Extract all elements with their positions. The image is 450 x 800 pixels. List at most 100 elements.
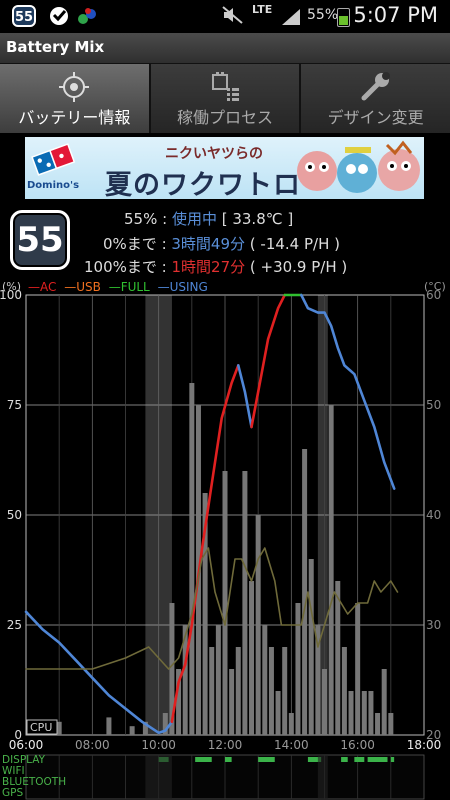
battery-icon xyxy=(337,8,350,27)
battery-temperature: [ 33.8℃ ] xyxy=(216,210,294,228)
cpu-bar xyxy=(242,471,248,735)
ad-characters-icon xyxy=(297,140,420,193)
display-on-segment xyxy=(354,757,365,762)
target-icon xyxy=(59,72,90,106)
ad-title: 夏のワクワトロ xyxy=(105,170,301,199)
y-tick-label: 25 xyxy=(7,618,22,632)
battery-percent-label: 55% xyxy=(307,7,339,23)
network-type-label: LTE xyxy=(252,3,273,16)
separator: : xyxy=(156,235,172,253)
series-line-using xyxy=(237,364,253,429)
display-on-segment xyxy=(390,757,395,762)
y2-tick-label: 60 xyxy=(426,288,441,302)
display-on-segment xyxy=(258,757,275,762)
info-line-status: 55% : 使用中 [ 33.8℃ ] xyxy=(124,208,293,229)
to-full-time: 1時間27分 xyxy=(171,258,246,276)
cpu-bar xyxy=(308,559,314,735)
cpu-bar xyxy=(361,691,367,735)
x-tick-label: 08:00 xyxy=(75,738,110,752)
signal-icon xyxy=(282,9,302,29)
ad-subtitle: ニクいヤツらの xyxy=(165,146,263,162)
y2-tick-label: 50 xyxy=(426,398,441,412)
x-tick-label: 12:00 xyxy=(208,738,243,752)
cpu-bar xyxy=(302,449,308,735)
series-line-using xyxy=(299,293,396,490)
cpu-bar xyxy=(288,713,294,735)
cpu-label: CPU xyxy=(30,721,52,734)
cpu-bar xyxy=(295,603,301,735)
display-on-segment xyxy=(367,757,388,762)
cpu-bar xyxy=(229,669,235,735)
display-on-segment xyxy=(195,757,212,762)
cpu-bar xyxy=(215,625,221,735)
cpu-bar xyxy=(335,581,341,735)
cpu-bar xyxy=(129,726,135,735)
cpu-bar xyxy=(328,405,334,735)
y-tick-label: 100 xyxy=(0,288,22,302)
process-list-icon xyxy=(210,72,240,106)
cpu-bar xyxy=(106,717,112,735)
to-empty-label: 0%まで xyxy=(103,235,157,253)
charge-rate: ( +30.9 P/H ) xyxy=(245,258,348,276)
check-app-icon xyxy=(48,6,70,30)
battery-level-badge-icon: 55 xyxy=(12,5,36,27)
x-tick-label: 16:00 xyxy=(340,738,375,752)
cpu-bar xyxy=(209,647,215,735)
x-tick-label: 18:00 xyxy=(407,738,442,752)
status-bar: 55 LTE 55% 5:07 PM xyxy=(0,0,450,33)
cpu-bar xyxy=(189,383,195,735)
y2-tick-label: 30 xyxy=(426,618,441,632)
clock: 5:07 PM xyxy=(353,3,438,27)
to-empty-time: 3時間49分 xyxy=(171,235,246,253)
battery-level-badge: 55 xyxy=(10,210,70,270)
cpu-bar xyxy=(322,669,327,735)
tab-label: 稼働プロセス xyxy=(177,108,274,127)
app-title: Battery Mix xyxy=(6,38,105,56)
cpu-bar xyxy=(381,669,387,735)
screen-band xyxy=(145,755,172,799)
cpu-bar xyxy=(255,515,261,735)
wrench-icon xyxy=(360,72,392,106)
y-tick-label: 75 xyxy=(7,398,22,412)
app-bar: Battery Mix xyxy=(0,33,450,64)
cpu-bar xyxy=(275,691,281,735)
separator: : xyxy=(157,210,172,228)
x-tick-label: 14:00 xyxy=(274,738,309,752)
ad-banner[interactable]: Domino's ニクいヤツらの 夏のワクワトロ xyxy=(25,137,424,199)
tab-processes[interactable]: 稼働プロセス xyxy=(150,64,302,133)
discharge-rate: ( -14.4 P/H ) xyxy=(245,235,340,253)
cpu-bar xyxy=(268,647,274,735)
cpu-bar xyxy=(341,647,347,735)
cpu-bar xyxy=(388,713,394,735)
cpu-bar xyxy=(282,647,288,735)
info-line-to-full: 100%まで : 1時間27分 ( +30.9 P/H ) xyxy=(84,256,347,277)
tab-battery-info[interactable]: バッテリー情報 xyxy=(0,64,151,133)
separator: : xyxy=(156,258,172,276)
cpu-bar xyxy=(355,603,361,735)
ad-brand: Domino's xyxy=(27,180,80,191)
tab-design[interactable]: デザイン変更 xyxy=(301,64,450,133)
cpu-bar xyxy=(222,471,228,735)
tab-bar: バッテリー情報 稼働プロセス デザイン変更 xyxy=(0,64,450,133)
dominos-logo-icon xyxy=(31,143,76,176)
x-tick-label: 10:00 xyxy=(141,738,176,752)
tab-label: デザイン変更 xyxy=(327,108,424,127)
gps-row-label: GPS xyxy=(2,787,24,799)
display-on-segment xyxy=(225,757,232,762)
cpu-bar xyxy=(348,691,354,735)
game-app-icon xyxy=(76,6,98,30)
tab-label: バッテリー情報 xyxy=(18,108,131,127)
mute-icon xyxy=(222,6,244,28)
cpu-bar xyxy=(375,713,381,735)
battery-status: 使用中 xyxy=(171,210,217,228)
battery-percent: 55% xyxy=(124,210,158,228)
y-tick-label: 50 xyxy=(7,508,22,522)
display-on-segment xyxy=(341,757,348,762)
screen-band xyxy=(317,755,328,799)
cpu-bar xyxy=(235,647,241,735)
to-full-label: 100%まで xyxy=(84,258,157,276)
battery-history-chart[interactable]: 1007550250605040302006:00 08:00 10:00 12:00… xyxy=(0,276,450,800)
y2-tick-label: 40 xyxy=(426,508,441,522)
cpu-bar xyxy=(249,581,255,735)
cpu-bar xyxy=(368,691,374,735)
